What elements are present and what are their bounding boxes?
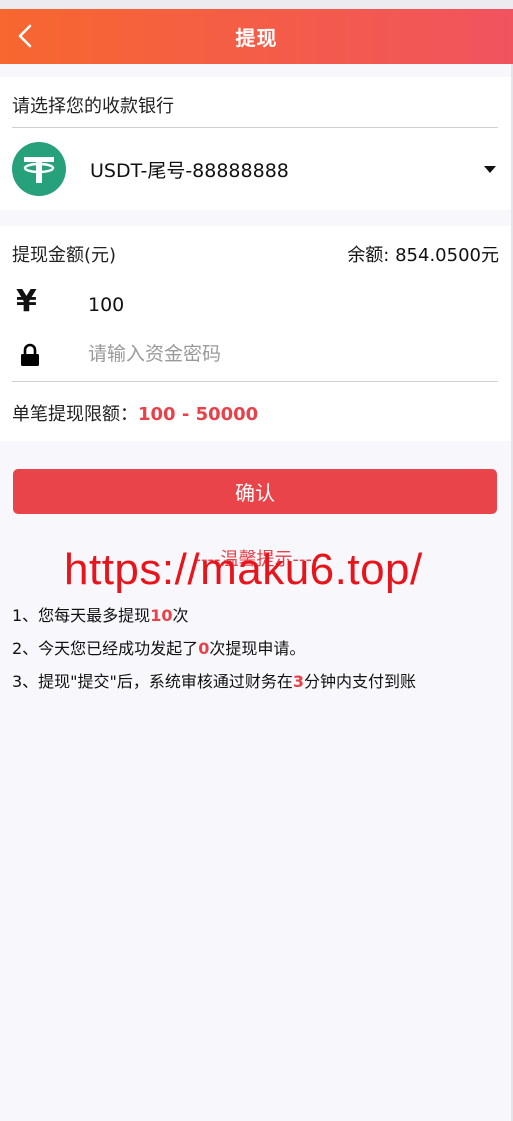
limit-value: 100 - 50000 [138,404,259,425]
tip-item: 3、提现"提交"后，系统审核通过财务在3分钟内支付到账 [12,668,416,692]
tip-text: 次提现申请。 [209,639,306,658]
back-button[interactable] [10,19,40,53]
tip-highlight: 0 [198,639,210,658]
tip-item: 2、今天您已经成功发起了0次提现申请。 [12,635,305,659]
balance-text: 余额: 854.0500元 [347,245,499,266]
amount-input[interactable] [88,292,488,318]
tip-text: 次 [172,606,189,625]
caret-down-icon[interactable] [484,165,496,173]
app-header: 提现 [0,9,513,64]
usdt-tether-icon [12,142,66,196]
fund-password-input[interactable] [88,340,488,368]
bank-select[interactable]: USDT-尾号-88888888 [12,141,498,197]
tip-highlight: 3 [292,672,305,691]
status-strip [0,0,513,9]
chevron-left-icon [18,24,32,48]
tip-text: 2、今天您已经成功发起了 [12,639,199,658]
limit-label: 单笔提现限额： [12,404,138,425]
page-title: 提现 [235,26,278,50]
tip-text: 3、提现"提交"后，系统审核通过财务在 [12,672,293,691]
tip-highlight: 10 [150,606,173,625]
amount-label: 提现金额(元) [12,245,117,266]
tip-text: 分钟内支付到账 [304,672,417,691]
amount-card: 提现金额(元) 余额: 854.0500元 ¥ 单笔提现限额：100 - 500… [0,226,513,441]
divider [12,381,498,382]
selected-bank: USDT-尾号-88888888 [90,159,289,182]
withdraw-limit: 单笔提现限额：100 - 50000 [12,400,258,426]
tip-text: 1、您每天最多提现 [12,606,151,625]
yen-icon: ¥ [16,284,37,319]
confirm-button[interactable]: 确认 [13,469,497,514]
lock-icon [21,343,39,366]
divider [12,127,498,128]
bank-card: 请选择您的收款银行 USDT-尾号-88888888 [0,77,513,210]
tip-item: 1、您每天最多提现10次 [12,602,188,626]
watermark-url: https://maku6.top/ [64,545,423,594]
bank-select-label: 请选择您的收款银行 [12,96,174,117]
